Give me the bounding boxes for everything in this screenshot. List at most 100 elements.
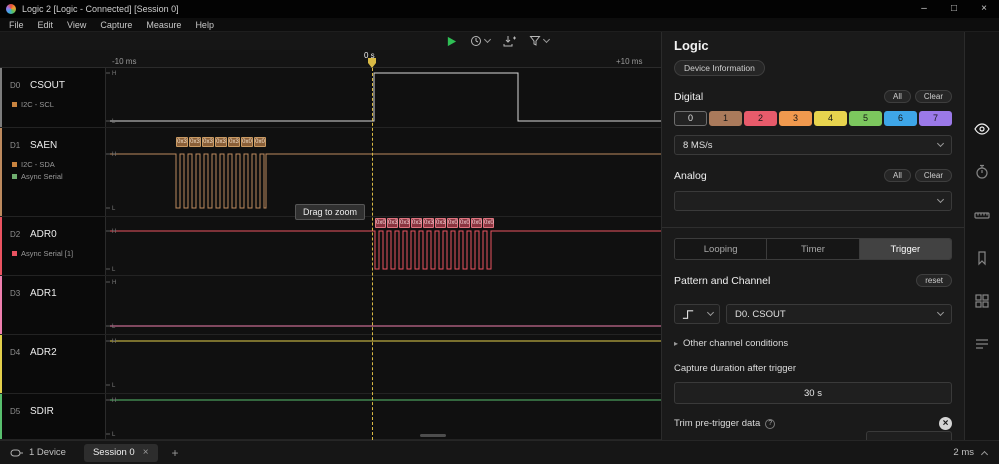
channel-waveform[interactable]: HL 0x0 0x3 0x3 0x3 0x3 0x3 0x0 0x0 0x0 0x0	[105, 217, 661, 275]
decoded-byte[interactable]: 0x3	[215, 137, 227, 147]
digital-sample-rate-select[interactable]: 8 MS/s	[674, 135, 952, 155]
decoded-byte[interactable]: 0x3	[176, 137, 188, 147]
decoded-byte[interactable]: 0x0	[459, 218, 470, 228]
channel-label[interactable]: D0 CSOUT I2C - SCL	[0, 68, 105, 127]
timeline-ruler[interactable]: -10 ms 0 s +10 ms	[0, 50, 661, 68]
sidebar-annotations-button[interactable]	[973, 249, 991, 267]
help-icon[interactable]: ?	[765, 418, 776, 429]
digital-clear-button[interactable]: Clear	[914, 90, 952, 103]
partial-dropdown[interactable]	[866, 431, 952, 440]
horizontal-scrollbar-thumb[interactable]	[420, 434, 446, 437]
trigger-edge-select[interactable]	[674, 304, 720, 324]
tab-trigger[interactable]: Trigger	[859, 239, 951, 259]
analyzer-label[interactable]: I2C - SCL	[10, 100, 105, 109]
decoded-byte[interactable]: 0x0	[241, 137, 253, 147]
menu-item-measure[interactable]: Measure	[139, 20, 188, 30]
trim-pretrigger-label: Trim pre-trigger data	[674, 418, 761, 429]
device-information-button[interactable]: Device Information	[674, 60, 765, 76]
menu-item-capture[interactable]: Capture	[93, 20, 139, 30]
digital-all-button[interactable]: All	[883, 90, 911, 103]
decoded-byte[interactable]: 0x0	[375, 218, 386, 228]
digital-channel-0[interactable]: 0	[674, 111, 707, 126]
menu-item-view[interactable]: View	[60, 20, 93, 30]
analog-all-button[interactable]: All	[883, 169, 911, 182]
minimize-button[interactable]: –	[909, 0, 939, 18]
other-channel-conditions-toggle[interactable]: ▸ Other channel conditions	[674, 338, 952, 349]
channel-label[interactable]: D2 ADR0 Async Serial [1]	[0, 217, 105, 275]
channel-waveform[interactable]: HL	[105, 276, 661, 334]
channels-container: D0 CSOUT I2C - SCL HL D1 SAEN I2C - SDA Asy…	[0, 68, 661, 440]
sidebar-notes-button[interactable]	[973, 335, 991, 353]
eye-icon	[974, 123, 990, 135]
digital-channel-2[interactable]: 2	[744, 111, 777, 126]
trigger-channel-select[interactable]: D0. CSOUT	[726, 304, 952, 324]
trim-pretrigger-toggle[interactable]: ×	[939, 417, 952, 430]
decoded-byte[interactable]: 0x3	[189, 137, 201, 147]
decoded-byte[interactable]: 0x0	[447, 218, 458, 228]
digital-channel-5[interactable]: 5	[849, 111, 882, 126]
decoded-annotations: 0x3 0x3 0x3 0x3 0x3 0x0 0x0	[176, 137, 266, 147]
play-button[interactable]	[446, 36, 457, 47]
export-data-button[interactable]	[503, 35, 516, 47]
analog-sample-rate-select[interactable]	[674, 191, 952, 211]
decoded-byte[interactable]: 0x3	[387, 218, 398, 228]
analyzer-label[interactable]: Async Serial [1]	[10, 249, 105, 258]
waveform-svg: HL	[106, 398, 661, 438]
digital-channel-6[interactable]: 6	[884, 111, 917, 126]
channel-waveform[interactable]: HL 0x3 0x3 0x3 0x3 0x3 0x0 0x0	[105, 128, 661, 216]
analyzer-color-swatch	[12, 174, 17, 179]
channel-waveform[interactable]: HL	[105, 394, 661, 439]
trigger-marker[interactable]	[368, 58, 376, 68]
decoded-byte[interactable]: 0x3	[411, 218, 422, 228]
decoded-byte[interactable]: 0x3	[228, 137, 240, 147]
decoded-byte[interactable]: 0x0	[254, 137, 266, 147]
zoom-indicator[interactable]: 2 ms	[953, 447, 989, 458]
channel-waveform[interactable]: HL	[105, 335, 661, 393]
svg-text:H: H	[112, 152, 116, 158]
reset-button[interactable]: reset	[916, 274, 952, 287]
analog-clear-button[interactable]: Clear	[914, 169, 952, 182]
digital-channel-1[interactable]: 1	[709, 111, 742, 126]
channel-label[interactable]: D3 ADR1	[0, 276, 105, 334]
session-tab[interactable]: Session 0 ×	[83, 443, 158, 462]
svg-text:L: L	[112, 267, 116, 273]
tab-looping[interactable]: Looping	[675, 239, 768, 259]
decoded-byte[interactable]: 0x3	[399, 218, 410, 228]
decoded-byte[interactable]: 0x3	[435, 218, 446, 228]
close-button[interactable]: ×	[969, 0, 999, 18]
svg-text:L: L	[112, 324, 116, 330]
decoded-byte[interactable]: 0x3	[423, 218, 434, 228]
analyzer-color-swatch	[12, 102, 17, 107]
decoded-byte[interactable]: 0x0	[483, 218, 494, 228]
channel-label[interactable]: D5 SDIR	[0, 394, 105, 439]
channel-label[interactable]: D4 ADR2	[0, 335, 105, 393]
maximize-button[interactable]: □	[939, 0, 969, 18]
new-session-button[interactable]: +	[168, 446, 183, 460]
device-selector[interactable]: 1 Device	[10, 447, 66, 458]
digital-channel-3[interactable]: 3	[779, 111, 812, 126]
tab-timer[interactable]: Timer	[767, 239, 860, 259]
close-session-icon[interactable]: ×	[143, 447, 149, 458]
menu-item-help[interactable]: Help	[188, 20, 221, 30]
digital-channel-4[interactable]: 4	[814, 111, 847, 126]
menu-item-file[interactable]: File	[2, 20, 31, 30]
menu-bar: File Edit View Capture Measure Help	[0, 18, 999, 32]
capture-duration-input[interactable]: 30 s	[674, 382, 952, 404]
sidebar-capture-button[interactable]	[973, 120, 991, 138]
analyzer-label[interactable]: I2C - SDA	[10, 160, 105, 169]
digital-channel-7[interactable]: 7	[919, 111, 952, 126]
sidebar-analyzers-button[interactable]	[973, 163, 991, 181]
channel-label[interactable]: D1 SAEN I2C - SDA Async Serial	[0, 128, 105, 216]
zoom-level-label: 2 ms	[953, 447, 974, 458]
capture-duration-label: Capture duration after trigger	[674, 363, 796, 374]
menu-item-edit[interactable]: Edit	[31, 20, 61, 30]
decoded-byte[interactable]: 0x3	[202, 137, 214, 147]
decoded-byte[interactable]: 0x0	[471, 218, 482, 228]
filter-dropdown[interactable]	[529, 35, 551, 47]
panel-title: Logic	[674, 38, 709, 53]
timer-mode-dropdown[interactable]	[470, 35, 492, 47]
channel-waveform[interactable]: HL	[105, 68, 661, 127]
sidebar-measurements-button[interactable]	[973, 206, 991, 224]
sidebar-extensions-button[interactable]	[973, 292, 991, 310]
analyzer-label[interactable]: Async Serial	[10, 172, 105, 181]
